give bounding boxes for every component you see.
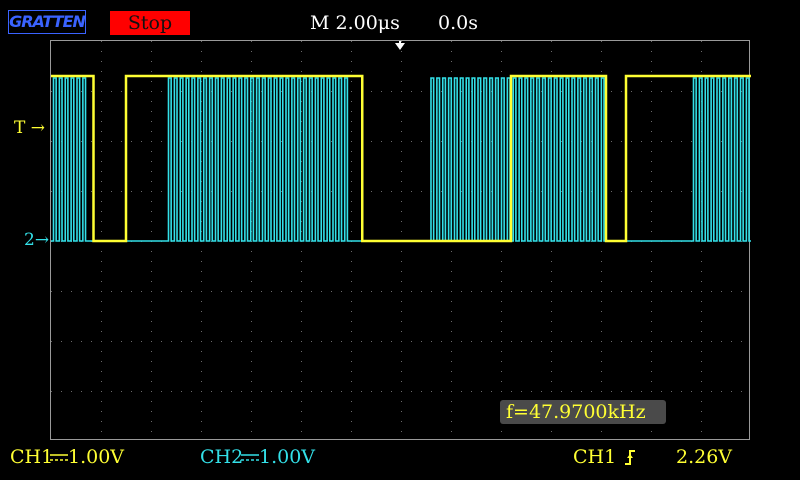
rising-edge-icon [625,450,635,465]
timebase-readout[interactable]: M 2.00μs [310,11,400,35]
top-status-bar: GRATTEN Stop M 2.00μs 0.0s [0,0,800,40]
ch2-trace [51,77,751,242]
channel-ground-marker[interactable]: 2→ [24,230,49,250]
ch1-waveform [51,74,751,243]
waveform-canvas [51,41,751,432]
dc-coupling-icon [50,454,68,461]
trigger-level-marker[interactable]: T → [14,118,45,138]
waveform-display[interactable] [50,40,751,440]
ch1-scale[interactable]: 1.00V [68,445,124,469]
ch1-label[interactable]: CH1 [10,445,53,469]
horizontal-position-readout[interactable]: 0.0s [438,11,478,35]
bottom-status-bar: CH1 1.00V CH2 1.00V CH1 2.26V [0,440,800,480]
dc-coupling-icon [241,454,259,461]
trigger-source[interactable]: CH1 [573,445,616,469]
ch2-label[interactable]: CH2 [200,445,243,469]
brand-logo: GRATTEN [8,10,86,34]
trigger-position-icon [395,41,405,50]
ch1-trace [51,74,751,243]
trigger-level-readout[interactable]: 2.26V [676,445,732,469]
run-stop-button[interactable]: Stop [110,11,190,35]
ch2-waveform [51,77,751,242]
frequency-measurement: f=47.9700kHz [500,400,666,424]
ch2-scale[interactable]: 1.00V [259,445,315,469]
